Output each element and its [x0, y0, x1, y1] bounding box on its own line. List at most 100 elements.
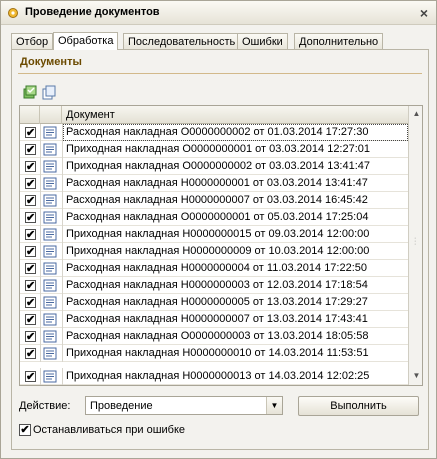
table-row[interactable]: ✔ Приходная накладная Н0000000015 от 09.0…: [20, 226, 408, 243]
row-document-text: Расходная накладная О0000000003 от 13.03…: [66, 330, 369, 342]
document-icon: [43, 228, 57, 241]
column-divider: [62, 368, 63, 385]
column-divider: [62, 209, 63, 226]
table-row[interactable]: ✔ Приходная накладная О0000000001 от 03.0…: [20, 141, 408, 158]
gear-icon: [6, 6, 20, 20]
row-document-text: Приходная накладная Н0000000009 от 10.03…: [66, 245, 370, 257]
document-icon: [43, 177, 57, 190]
close-icon[interactable]: ×: [417, 6, 431, 20]
row-checkbox[interactable]: ✔: [25, 280, 36, 292]
row-document-text: Приходная накладная Н0000000013 от 14.03…: [66, 370, 370, 382]
document-icon: [43, 370, 57, 383]
row-checkbox[interactable]: ✔: [25, 212, 36, 224]
table-row[interactable]: ✔ Приходная накладная Н0000000010 от 14.0…: [20, 345, 408, 362]
table-row[interactable]: ✔ Приходная накладная Н0000000009 от 10.0…: [20, 243, 408, 260]
column-divider: [62, 226, 63, 243]
row-document-text: Расходная накладная Н0000000004 от 11.03…: [66, 262, 368, 274]
row-document-text: Расходная накладная Н0000000007 от 13.03…: [66, 313, 368, 325]
table-header: Документ: [20, 106, 408, 124]
column-divider: [40, 192, 41, 209]
table-row[interactable]: ✔ Расходная накладная Н0000000005 от 13.0…: [20, 294, 408, 311]
column-divider: [40, 260, 41, 277]
row-focus-frame: [63, 124, 408, 141]
document-icon: [43, 126, 57, 139]
tab-sequence[interactable]: Последовательность: [123, 33, 241, 50]
row-checkbox[interactable]: ✔: [25, 263, 36, 275]
row-document-text: Приходная накладная Н0000000015 от 09.03…: [66, 228, 370, 240]
document-icon: [43, 313, 57, 326]
chevron-down-icon[interactable]: ▼: [266, 397, 282, 414]
documents-table[interactable]: Документ ✔ Расходная накладная О000000000…: [19, 105, 423, 386]
row-document-text: Расходная накладная О0000000001 от 05.03…: [66, 211, 369, 223]
action-select[interactable]: Проведение ▼: [85, 396, 283, 415]
column-divider: [62, 158, 63, 175]
column-divider: [40, 158, 41, 175]
row-checkbox[interactable]: ✔: [25, 178, 36, 190]
stop-on-error-label: Останавливаться при ошибке: [33, 424, 186, 436]
row-document-text: Расходная накладная Н0000000005 от 13.03…: [66, 296, 368, 308]
row-document-text: Приходная накладная О0000000002 от 03.03…: [66, 160, 371, 172]
document-icon: [43, 245, 57, 258]
row-checkbox[interactable]: ✔: [25, 246, 36, 258]
column-divider: [40, 243, 41, 260]
document-icon: [43, 211, 57, 224]
document-icon: [43, 296, 57, 309]
table-row[interactable]: ✔ Приходная накладная Н0000000013 от 14.0…: [20, 368, 408, 385]
table-row[interactable]: ✔ Расходная накладная Н0000000007 от 13.0…: [20, 311, 408, 328]
tab-processing[interactable]: Обработка: [53, 32, 119, 50]
document-icon: [43, 160, 57, 173]
header-document[interactable]: Документ: [66, 109, 115, 121]
document-icon: [43, 143, 57, 156]
header-check-column[interactable]: [20, 106, 40, 124]
action-label: Действие:: [19, 400, 71, 412]
row-checkbox[interactable]: ✔: [25, 297, 36, 309]
row-checkbox[interactable]: ✔: [25, 371, 36, 383]
column-divider: [62, 277, 63, 294]
row-checkbox[interactable]: ✔: [25, 127, 36, 139]
scroll-up-icon[interactable]: ▲: [409, 107, 422, 121]
column-divider: [40, 124, 41, 141]
scroll-grip-icon[interactable]: · · ·: [414, 235, 418, 248]
table-row[interactable]: ✔ Расходная накладная Н0000000003 от 12.0…: [20, 277, 408, 294]
tab-filter[interactable]: Отбор: [11, 33, 54, 50]
column-divider: [62, 345, 63, 362]
table-row[interactable]: ✔ Приходная накладная О0000000002 от 03.0…: [20, 158, 408, 175]
column-divider: [40, 226, 41, 243]
row-checkbox[interactable]: ✔: [25, 195, 36, 207]
row-checkbox[interactable]: ✔: [25, 331, 36, 343]
column-divider: [62, 328, 63, 345]
tab-bar: Отбор Обработка Последовательность Ошибк…: [11, 32, 431, 50]
stop-on-error-checkbox[interactable]: ✔: [19, 424, 31, 436]
run-button[interactable]: Выполнить: [298, 396, 419, 416]
table-row[interactable]: ✔ Расходная накладная Н0000000001 от 03.0…: [20, 175, 408, 192]
copy-icon[interactable]: [41, 84, 57, 100]
scroll-down-icon[interactable]: ▼: [409, 369, 422, 383]
row-checkbox[interactable]: ✔: [25, 161, 36, 173]
table-row[interactable]: ✔ Расходная накладная О0000000002 от 01.0…: [20, 124, 408, 141]
row-checkbox[interactable]: ✔: [25, 144, 36, 156]
document-icon: [43, 347, 57, 360]
tab-errors[interactable]: Ошибки: [237, 33, 288, 50]
table-row[interactable]: ✔ Расходная накладная О0000000001 от 05.0…: [20, 209, 408, 226]
row-checkbox[interactable]: ✔: [25, 229, 36, 241]
row-checkbox[interactable]: ✔: [25, 348, 36, 360]
column-divider: [40, 368, 41, 385]
header-icon-column[interactable]: [40, 106, 62, 124]
column-divider: [40, 277, 41, 294]
document-icon: [43, 279, 57, 292]
column-divider: [40, 141, 41, 158]
column-divider: [62, 260, 63, 277]
vertical-scrollbar[interactable]: ▲ · · · ▼: [408, 106, 422, 385]
table-row[interactable]: ✔ Расходная накладная Н0000000007 от 03.0…: [20, 192, 408, 209]
window-title: Проведение документов: [25, 6, 160, 18]
table-row[interactable]: ✔ Расходная накладная О0000000003 от 13.0…: [20, 328, 408, 345]
document-icon: [43, 262, 57, 275]
column-divider: [40, 328, 41, 345]
check-all-icon[interactable]: [21, 84, 37, 100]
processing-panel: Документы Документ ✔ Расходная накладная …: [11, 49, 429, 450]
table-row[interactable]: ✔ Расходная накладная Н0000000004 от 11.0…: [20, 260, 408, 277]
column-divider: [40, 209, 41, 226]
section-divider: [18, 73, 422, 74]
row-checkbox[interactable]: ✔: [25, 314, 36, 326]
tab-additional[interactable]: Дополнительно: [294, 33, 384, 50]
